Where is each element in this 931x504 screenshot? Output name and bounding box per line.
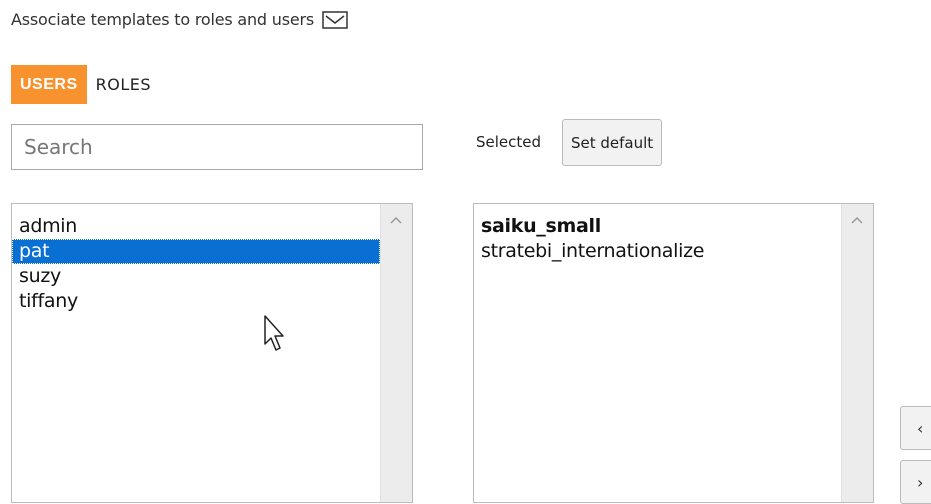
mouse-cursor-icon [264, 315, 284, 351]
move-right-button[interactable]: › [900, 460, 931, 504]
users-scrollbar[interactable] [380, 204, 412, 502]
user-item-tiffany[interactable]: tiffany [12, 289, 380, 314]
user-item-admin[interactable]: admin [12, 214, 380, 239]
page-title: Associate templates to roles and users [11, 10, 348, 29]
template-item-saiku-small[interactable]: saiku_small [474, 214, 841, 239]
template-item-stratebi[interactable]: stratebi_internationalize [474, 239, 841, 264]
user-item-pat[interactable]: pat [12, 239, 380, 264]
user-item-suzy[interactable]: suzy [12, 264, 380, 289]
page-title-text: Associate templates to roles and users [11, 10, 315, 29]
set-default-button[interactable]: Set default [562, 119, 663, 166]
scroll-up-icon[interactable] [390, 216, 402, 224]
tab-bar: USERS ROLES [11, 65, 160, 104]
tab-roles[interactable]: ROLES [87, 65, 160, 104]
search-input[interactable] [11, 124, 423, 170]
checkbox-icon[interactable] [322, 10, 348, 29]
templates-listbox[interactable]: saiku_small stratebi_internationalize [473, 203, 874, 503]
templates-scrollbar[interactable] [841, 204, 873, 502]
selected-label: Selected [476, 133, 542, 151]
scroll-up-icon[interactable] [851, 216, 863, 224]
move-left-button[interactable]: ‹ [900, 406, 931, 450]
tab-users[interactable]: USERS [11, 65, 87, 104]
users-listbox[interactable]: admin pat suzy tiffany [11, 203, 413, 503]
